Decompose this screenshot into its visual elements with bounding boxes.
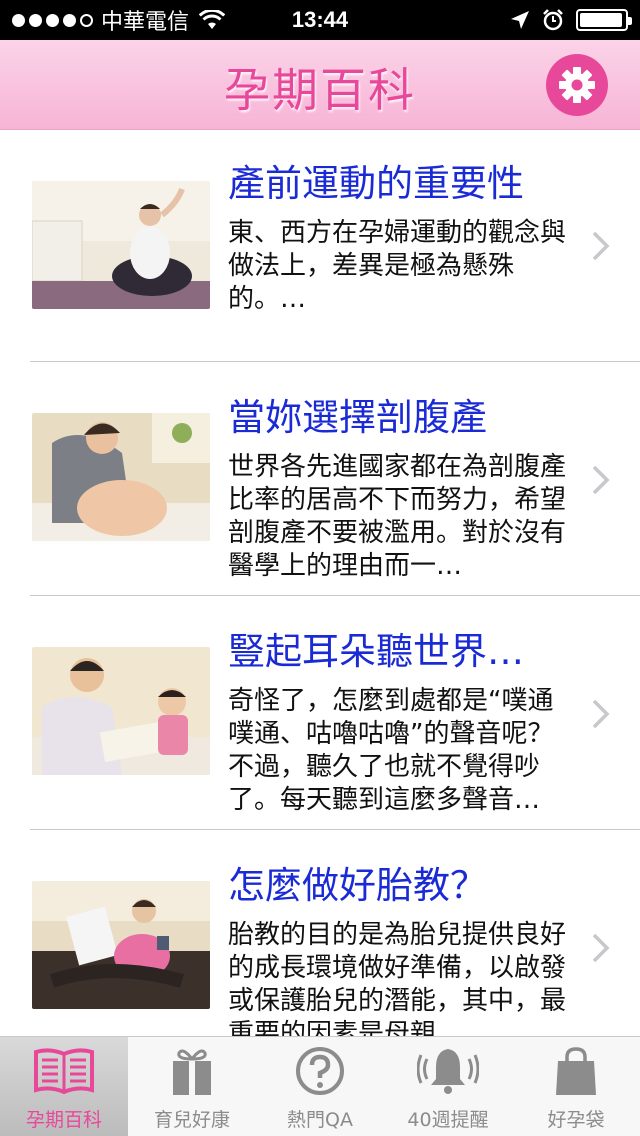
article-title: 當妳選擇剖腹產 — [228, 396, 487, 439]
chevron-right-icon — [592, 933, 610, 963]
carrier-name: 中華電信 — [101, 9, 190, 34]
list-item[interactable]: 怎麼做好胎教？ 胎教的目的是為胎兒提供良好的成長環境做好準備，以啟發或保護胎兒的… — [0, 833, 640, 1036]
tab-40-week-reminder[interactable]: 40週提醒 — [384, 1037, 512, 1136]
battery-icon — [576, 9, 632, 31]
gift-box-icon — [160, 1041, 224, 1101]
chevron-right-icon — [592, 699, 610, 729]
article-summary: 世界各先進國家都在為剖腹產比率的居高不下而努力，希望剖腹產不要被濫用。對於沒有醫… — [228, 452, 567, 581]
article-summary: 東、西方在孕婦運動的觀念與做法上，差異是極為懸殊的。… — [228, 218, 567, 314]
article-list[interactable]: 產前運動的重要性 東、西方在孕婦運動的觀念與做法上，差異是極為懸殊的。… 當妳選… — [0, 131, 640, 1036]
tab-maternity-bag[interactable]: 好孕袋 — [512, 1037, 640, 1136]
chevron-right-icon — [592, 231, 610, 261]
list-item[interactable]: 豎起耳朵聽世界… 奇怪了，怎麼到處都是“噗通噗通、咕嚕咕嚕”的聲音呢？不過，聽久… — [0, 599, 640, 833]
tab-label: 孕期百科 — [25, 1109, 102, 1131]
row-separator — [30, 829, 640, 830]
gear-icon — [559, 67, 595, 103]
tab-label: 育兒好康 — [153, 1109, 230, 1131]
row-separator — [30, 595, 640, 596]
article-thumbnail — [32, 881, 210, 1009]
alarm-clock-icon — [543, 9, 563, 31]
tab-pregnancy-encyclopedia[interactable]: 孕期百科 — [0, 1037, 128, 1136]
tab-popular-qa[interactable]: 熱門QA — [256, 1037, 384, 1136]
tab-label: 熱門QA — [287, 1109, 353, 1131]
tab-label: 好孕袋 — [547, 1109, 605, 1131]
tab-childcare-deals[interactable]: 育兒好康 — [128, 1037, 256, 1136]
list-item[interactable]: 當妳選擇剖腹產 世界各先進國家都在為剖腹產比率的居高不下而努力，希望剖腹產不要被… — [0, 365, 640, 599]
article-thumbnail — [32, 413, 210, 541]
shopping-bag-icon — [544, 1041, 608, 1101]
status-bar: 中華電信 13:44 — [0, 0, 640, 40]
article-summary: 奇怪了，怎麼到處都是“噗通噗通、咕嚕咕嚕”的聲音呢？不過，聽久了也就不覺得吵了。… — [228, 686, 554, 815]
article-title: 豎起耳朵聽世界… — [228, 630, 524, 673]
tab-label: 40週提醒 — [407, 1109, 489, 1131]
page-title: 孕期百科 — [224, 63, 416, 117]
signal-strength-icon — [12, 13, 93, 27]
list-item[interactable]: 產前運動的重要性 東、西方在孕婦運動的觀念與做法上，差異是極為懸殊的。… — [0, 131, 640, 365]
navigation-bar: 孕期百科 — [0, 40, 640, 130]
article-title: 怎麼做好胎教？ — [228, 864, 487, 907]
settings-button[interactable] — [546, 54, 608, 116]
row-separator — [30, 361, 640, 362]
article-thumbnail — [32, 181, 210, 309]
article-summary: 胎教的目的是為胎兒提供良好的成長環境做好準備，以啟發或保護胎兒的潛能，其中，最重… — [228, 920, 567, 1036]
article-title: 產前運動的重要性 — [228, 162, 524, 205]
location-arrow-icon — [511, 11, 529, 29]
open-book-icon — [32, 1041, 96, 1101]
chevron-right-icon — [592, 465, 610, 495]
article-thumbnail — [32, 647, 210, 775]
wifi-icon — [199, 10, 226, 29]
tab-bar: 孕期百科 育兒好康 熱門QA 40週提醒 好孕袋 — [0, 1036, 640, 1136]
question-mark-icon — [288, 1041, 352, 1101]
bell-ringing-icon — [416, 1041, 480, 1101]
